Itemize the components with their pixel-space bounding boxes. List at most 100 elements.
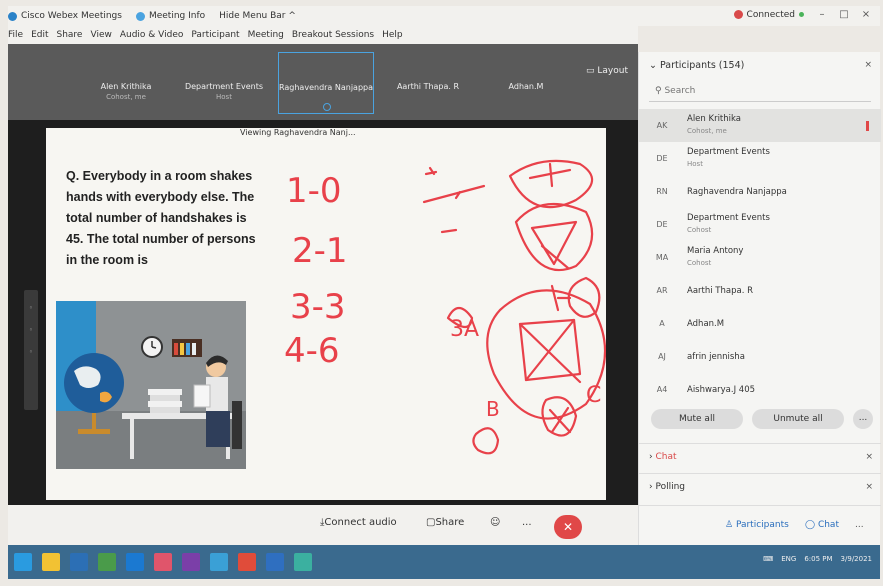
app-icon[interactable]: [154, 553, 172, 571]
clock-time[interactable]: 6:05 PM: [804, 555, 832, 563]
annotation-tool-icon[interactable]: ◦: [24, 348, 38, 356]
participants-header[interactable]: ⌄ Participants (154): [649, 60, 744, 71]
participants-tab-button[interactable]: ♙ Participants: [725, 520, 789, 530]
participant-name: Department Events: [687, 147, 770, 157]
connection-icon: [733, 10, 743, 19]
thumb-name: Raghavendra Nanjappa: [279, 83, 374, 92]
annotation-text: 1-0: [286, 171, 342, 211]
annotation-text: 4-6: [284, 331, 340, 371]
meeting-info-button[interactable]: Meeting Info: [135, 11, 205, 21]
keyboard-icon[interactable]: ⌨: [763, 555, 773, 563]
word-icon[interactable]: [266, 553, 284, 571]
thumb-name: Department Events: [184, 82, 264, 91]
video-thumb[interactable]: Adhan.M: [478, 52, 574, 114]
participant-row[interactable]: DE Department Events Host: [639, 142, 881, 175]
participant-row[interactable]: A Adhan.M: [639, 307, 881, 340]
participant-name: afrin jennisha: [687, 352, 745, 362]
app-icon[interactable]: [98, 553, 116, 571]
chat-section-text: Chat: [655, 452, 677, 462]
chat-section-header[interactable]: › Chat ×: [639, 443, 881, 469]
hide-menu-bar-label: Hide Menu Bar ^: [219, 11, 296, 21]
menu-view[interactable]: View: [90, 30, 111, 40]
participant-role: Cohost: [687, 226, 712, 234]
participant-row[interactable]: MA Maria Antony Cohost: [639, 241, 881, 274]
participant-name: Aarthi Thapa. R: [687, 286, 754, 296]
avatar: A4: [656, 385, 668, 394]
title-bar: Cisco Webex Meetings Meeting Info Hide M…: [8, 6, 880, 26]
video-thumb[interactable]: Aarthi Thapa. R: [380, 52, 476, 114]
video-thumb[interactable]: Department Events Host: [176, 52, 272, 114]
more-options-button[interactable]: ...: [522, 517, 532, 528]
webex-taskbar-icon[interactable]: [294, 553, 312, 571]
menu-edit[interactable]: Edit: [31, 30, 48, 40]
annotation-text: C: [586, 383, 601, 408]
search-icon: ⚲: [655, 86, 665, 96]
avatar: AJ: [658, 352, 666, 361]
info-icon: [135, 11, 145, 21]
share-button[interactable]: ▢ Share: [426, 517, 464, 528]
participant-search[interactable]: ⚲: [649, 82, 871, 102]
avatar: RN: [656, 187, 668, 196]
participant-row[interactable]: AJ afrin jennisha: [639, 340, 881, 373]
participant-name: Raghavendra Nanjappa: [687, 187, 787, 197]
avatar: DE: [656, 220, 668, 229]
close-icon: ✕: [562, 520, 574, 534]
thumb-role: Host: [216, 93, 232, 101]
avatar: MA: [655, 253, 669, 262]
status-dot-icon: [799, 12, 804, 17]
viewing-label: Viewing Raghavendra Nanj...: [240, 128, 356, 137]
menu-participant[interactable]: Participant: [191, 30, 239, 40]
app-icon[interactable]: [210, 553, 228, 571]
edge-browser-icon[interactable]: [126, 553, 144, 571]
menu-help[interactable]: Help: [382, 30, 403, 40]
monitor-icon[interactable]: [70, 553, 88, 571]
menu-file[interactable]: File: [8, 30, 23, 40]
muted-mic-icon[interactable]: [866, 121, 869, 131]
hide-menu-bar-button[interactable]: Hide Menu Bar ^: [219, 11, 296, 21]
connect-audio-button[interactable]: ⤓ Connect audio: [320, 517, 397, 528]
menu-meeting[interactable]: Meeting: [248, 30, 284, 40]
participant-row[interactable]: DE Department Events Cohost: [639, 208, 881, 241]
layout-button[interactable]: ▭ Layout: [586, 66, 628, 76]
pen-annotations: 1-0 2-1 3-3 4-6 3A C B: [284, 159, 606, 455]
participants-icon: ♙: [725, 520, 736, 530]
close-chat-button[interactable]: ×: [865, 452, 873, 462]
footer-more-button[interactable]: ...: [855, 520, 864, 530]
annotation-tool-icon[interactable]: ◦: [24, 326, 38, 334]
chrome-icon[interactable]: [238, 553, 256, 571]
menu-breakout-sessions[interactable]: Breakout Sessions: [292, 30, 374, 40]
annotation-text: 2-1: [292, 231, 348, 271]
menu-share[interactable]: Share: [57, 30, 83, 40]
participant-row[interactable]: AR Aarthi Thapa. R: [639, 274, 881, 307]
close-polling-button[interactable]: ×: [865, 482, 873, 492]
thumb-name: Aarthi Thapa. R: [396, 82, 460, 91]
language-indicator[interactable]: ENG: [781, 555, 796, 563]
onenote-icon[interactable]: [182, 553, 200, 571]
close-panel-button[interactable]: ×: [864, 60, 872, 70]
menu-audio-video[interactable]: Audio & Video: [120, 30, 184, 40]
windows-start-icon[interactable]: [14, 553, 32, 571]
participant-row[interactable]: A4 Aishwarya.J 405: [639, 373, 881, 406]
unmute-all-button[interactable]: Unmute all: [752, 409, 844, 429]
search-input[interactable]: [664, 86, 825, 96]
participants-more-button[interactable]: ...: [853, 409, 873, 429]
minimize-button[interactable]: –: [814, 9, 830, 20]
connection-status[interactable]: Connected: [747, 10, 795, 20]
participant-row[interactable]: RN Raghavendra Nanjappa: [639, 175, 881, 208]
end-meeting-button[interactable]: ✕: [554, 515, 582, 539]
close-window-button[interactable]: ×: [858, 9, 874, 20]
shared-content-stage: ◦ ◦ ◦ Q. Everybody in a room shakes hand…: [8, 120, 638, 505]
file-explorer-icon[interactable]: [42, 553, 60, 571]
chat-tab-button[interactable]: ◯ Chat: [805, 520, 839, 530]
annotation-tool-icon[interactable]: ◦: [24, 304, 38, 312]
video-thumb[interactable]: Alen Krithika Cohost, me: [78, 52, 174, 114]
polling-section-header[interactable]: › Polling ×: [639, 473, 881, 499]
maximize-button[interactable]: □: [836, 9, 852, 20]
video-thumb-active-speaker[interactable]: Raghavendra Nanjappa: [278, 52, 374, 114]
mute-all-button[interactable]: Mute all: [651, 409, 743, 429]
os-taskbar: ⌨ ENG 6:05 PM 3/9/2021: [8, 545, 880, 579]
reactions-button[interactable]: ☺: [490, 517, 500, 528]
participant-row[interactable]: AK Alen Krithika Cohost, me: [639, 109, 881, 142]
thumb-name: Adhan.M: [508, 82, 544, 91]
thumb-role: Cohost, me: [106, 93, 146, 101]
